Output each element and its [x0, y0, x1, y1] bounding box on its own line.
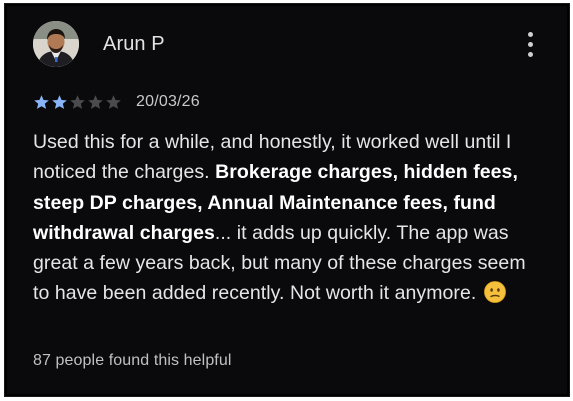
more-vert-icon	[528, 32, 533, 37]
more-vert-icon-dot	[528, 52, 533, 57]
confused-face-icon	[483, 281, 506, 304]
star-rating	[33, 94, 122, 111]
helpful-count: 87 people found this helpful	[33, 352, 232, 369]
star-empty-icon	[70, 94, 85, 109]
more-vert-icon-dot	[528, 42, 533, 47]
review-text: Used this for a while, and honestly, it …	[33, 127, 545, 309]
star-empty-icon	[106, 94, 121, 109]
review-date: 20/03/26	[136, 93, 200, 110]
star-filled-icon	[52, 94, 67, 109]
star-empty-icon	[88, 94, 103, 109]
avatar-image	[33, 21, 79, 67]
review-header: Arun P	[31, 20, 543, 68]
more-options-button[interactable]	[523, 30, 539, 60]
author-name: Arun P	[103, 33, 165, 55]
star-filled-icon	[34, 94, 49, 109]
rating-row: 20/03/26	[33, 92, 200, 112]
review-card: Arun P 20/03/26 Used this for a while, a…	[4, 3, 570, 397]
avatar	[33, 21, 79, 67]
